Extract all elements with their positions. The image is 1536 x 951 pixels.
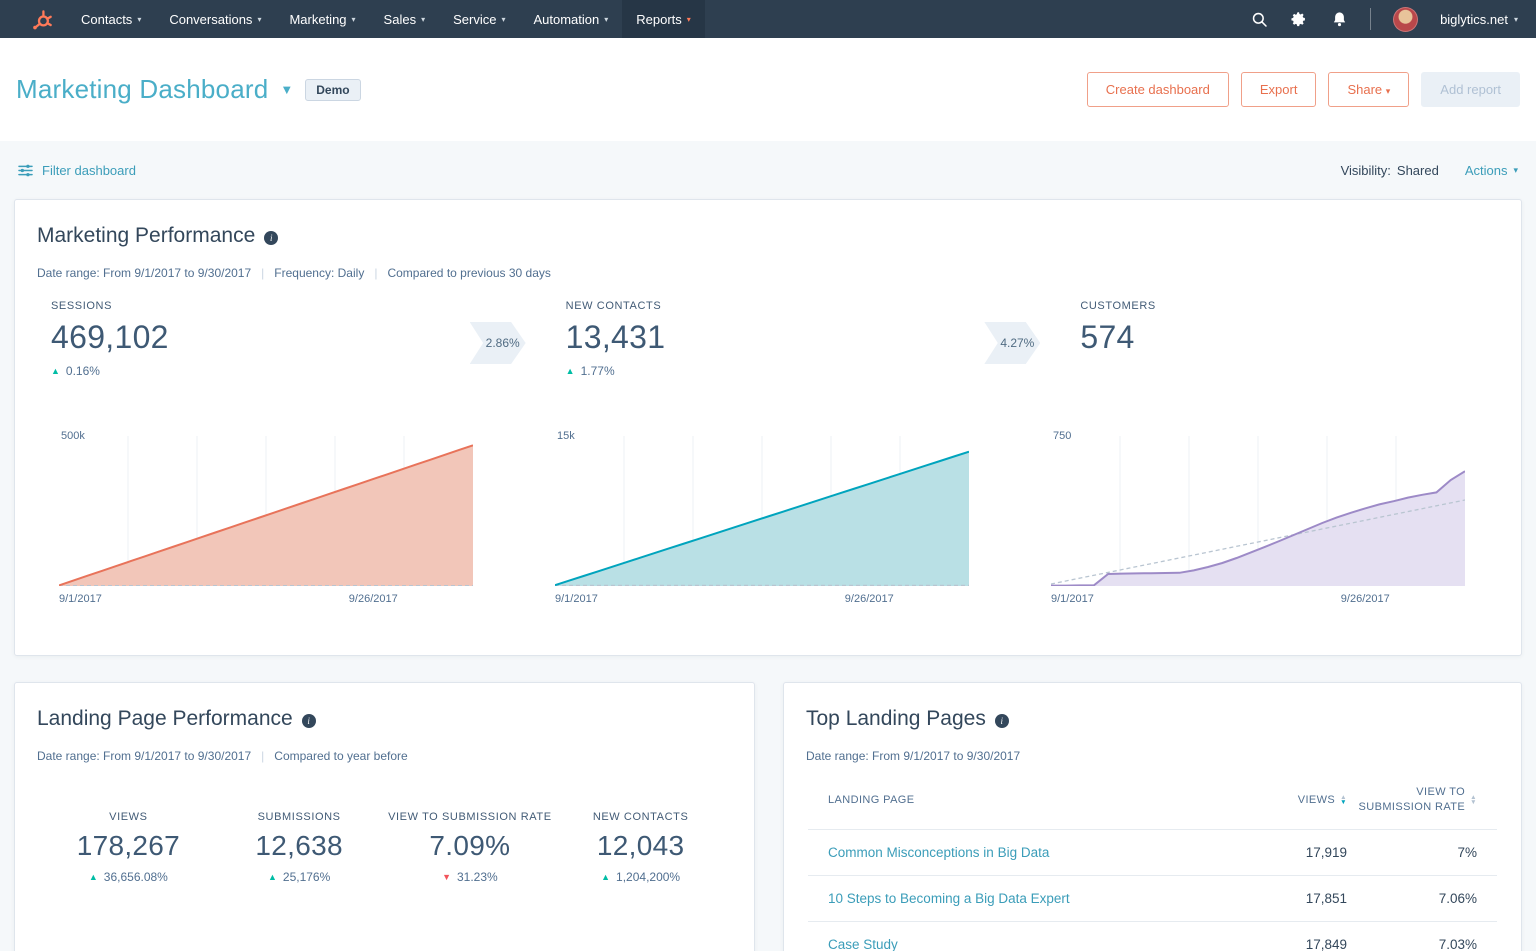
card-title: Marketing Performance (37, 224, 255, 248)
delta-up-icon: ▲ (566, 366, 575, 376)
marketing-performance-card: Marketing Performance i Date range: From… (14, 199, 1522, 656)
landing-page-performance-card: Landing Page Performance i Date range: F… (14, 682, 755, 951)
filter-sliders-icon (18, 164, 33, 177)
sessions-chart: 500k 9/1/2017 9/26/2017 (59, 428, 473, 615)
title-chevron-down-icon[interactable]: ▼ (280, 82, 293, 97)
nav-right-tools: biglytics.net ▾ (1250, 7, 1518, 32)
chevron-down-icon: ▾ (352, 15, 356, 24)
search-icon[interactable] (1250, 10, 1268, 28)
info-icon[interactable]: i (302, 714, 316, 728)
avatar[interactable] (1393, 7, 1418, 32)
column-header-views[interactable]: VIEWS ▲▼ (1207, 794, 1347, 806)
table-row: Common Misconceptions in Big Data 17,919… (808, 829, 1497, 875)
customers-chart: 750 9/1/2017 9/26/2017 (1051, 428, 1465, 615)
conversion-arrow: 2.86% (470, 322, 526, 364)
visibility-status: Visibility:Shared (1341, 163, 1439, 178)
x-axis-label: 9/1/2017 (59, 593, 102, 605)
delta-up-icon: ▲ (51, 366, 60, 376)
landing-page-link[interactable]: 10 Steps to Becoming a Big Data Expert (828, 891, 1207, 906)
nav-sales[interactable]: Sales▾ (370, 0, 440, 38)
table-row: Case Study 17,849 7.03% (808, 921, 1497, 951)
customers-chart-plot (1051, 436, 1465, 586)
chevron-down-icon: ▾ (1386, 86, 1391, 96)
sessions-chart-plot (59, 436, 473, 586)
metric-submissions: SUBMISSIONS 12,638 ▲25,176% (214, 811, 385, 884)
x-axis-label: 9/26/2017 (845, 593, 894, 605)
metric-customers: CUSTOMERS 574 (1066, 300, 1499, 356)
page-header: Marketing Dashboard ▼ Demo Create dashbo… (0, 38, 1536, 141)
landing-page-link[interactable]: Common Misconceptions in Big Data (828, 845, 1207, 860)
y-axis-max-label: 500k (61, 430, 85, 442)
metric-new-contacts: NEW CONTACTS 12,043 ▲1,204,200% (555, 811, 726, 884)
card-title: Top Landing Pages (806, 707, 986, 731)
report-settings-row: Date range: From 9/1/2017 to 9/30/2017 |… (15, 731, 754, 763)
x-axis-label: 9/1/2017 (555, 593, 598, 605)
chevron-down-icon: ▾ (687, 15, 691, 24)
share-button[interactable]: Share ▾ (1328, 72, 1409, 107)
top-nav: Contacts▾ Conversations▾ Marketing▾ Sale… (0, 0, 1536, 38)
metric-sessions: SESSIONS 469,102 ▲0.16% (37, 300, 470, 378)
add-report-button: Add report (1421, 72, 1520, 107)
conversion-arrow: 4.27% (984, 322, 1040, 364)
delta-up-icon: ▲ (268, 872, 277, 882)
x-axis-label: 9/26/2017 (349, 593, 398, 605)
metric-view-to-submission-rate: VIEW TO SUBMISSION RATE 7.09% ▼31.23% (385, 811, 556, 884)
export-button[interactable]: Export (1241, 72, 1317, 107)
chevron-down-icon: ▾ (604, 15, 608, 24)
table-row: 10 Steps to Becoming a Big Data Expert 1… (808, 875, 1497, 921)
page-title[interactable]: Marketing Dashboard (16, 74, 268, 105)
top-landing-pages-table: LANDING PAGE VIEWS ▲▼ VIEW TO SUBMISSION… (808, 779, 1497, 951)
delta-up-icon: ▲ (89, 872, 98, 882)
sort-icon: ▲▼ (1340, 795, 1347, 805)
nav-marketing[interactable]: Marketing▾ (275, 0, 369, 38)
top-landing-pages-card: Top Landing Pages i Date range: From 9/1… (783, 682, 1522, 951)
report-settings-row: Date range: From 9/1/2017 to 9/30/2017 (784, 731, 1521, 763)
chevron-down-icon: ▾ (137, 15, 141, 24)
column-header-landing-page[interactable]: LANDING PAGE (828, 794, 1207, 806)
nav-conversations[interactable]: Conversations▾ (155, 0, 275, 38)
metric-new-contacts: NEW CONTACTS 13,431 ▲1.77% (552, 300, 985, 378)
new-contacts-chart: 15k 9/1/2017 9/26/2017 (555, 428, 969, 615)
metric-views: VIEWS 178,267 ▲36,656.08% (43, 811, 214, 884)
x-axis-label: 9/26/2017 (1341, 593, 1390, 605)
info-icon[interactable]: i (264, 231, 278, 245)
gear-icon[interactable] (1290, 10, 1308, 28)
column-header-view-to-submission-rate[interactable]: VIEW TO SUBMISSION RATE ▲▼ (1347, 785, 1477, 815)
delta-down-icon: ▼ (442, 872, 451, 882)
x-axis-label: 9/1/2017 (1051, 593, 1094, 605)
account-name: biglytics.net (1440, 12, 1508, 27)
y-axis-max-label: 15k (557, 430, 575, 442)
chevron-down-icon: ▾ (501, 15, 505, 24)
bell-icon[interactable] (1330, 10, 1348, 28)
landing-page-link[interactable]: Case Study (828, 937, 1207, 951)
nav-service[interactable]: Service▾ (439, 0, 519, 38)
delta-up-icon: ▲ (601, 872, 610, 882)
nav-contacts[interactable]: Contacts▾ (67, 0, 155, 38)
nav-reports[interactable]: Reports▾ (622, 0, 705, 38)
sort-icon: ▲▼ (1470, 795, 1477, 805)
y-axis-max-label: 750 (1053, 430, 1071, 442)
info-icon[interactable]: i (995, 714, 1009, 728)
account-menu[interactable]: biglytics.net ▾ (1440, 12, 1518, 27)
nav-divider (1370, 8, 1371, 30)
report-settings-row: Date range: From 9/1/2017 to 9/30/2017 |… (15, 248, 1521, 280)
demo-badge: Demo (305, 79, 360, 101)
actions-menu-button[interactable]: Actions▾ (1465, 163, 1518, 178)
new-contacts-chart-plot (555, 436, 969, 586)
filter-dashboard-button[interactable]: Filter dashboard (18, 163, 136, 178)
hubspot-logo-icon[interactable] (30, 8, 53, 31)
chevron-down-icon: ▾ (1513, 165, 1518, 176)
filter-bar: Filter dashboard Visibility:Shared Actio… (0, 141, 1536, 199)
chevron-down-icon: ▾ (257, 15, 261, 24)
nav-automation[interactable]: Automation▾ (519, 0, 622, 38)
chevron-down-icon: ▾ (421, 15, 425, 24)
create-dashboard-button[interactable]: Create dashboard (1087, 72, 1229, 107)
chevron-down-icon: ▾ (1514, 15, 1518, 24)
card-title: Landing Page Performance (37, 707, 293, 731)
